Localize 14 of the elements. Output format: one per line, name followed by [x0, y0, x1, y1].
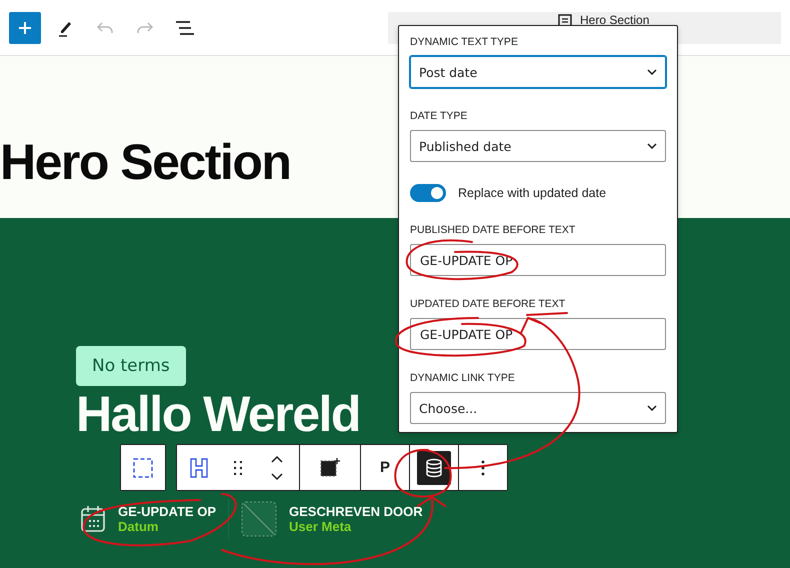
meta-subtitle: User Meta: [289, 519, 352, 534]
field-label: DATE TYPE: [410, 110, 468, 122]
field-label: DYNAMIC LINK TYPE: [410, 372, 516, 384]
field-label: DYNAMIC TEXT TYPE: [410, 36, 519, 48]
terms-badge: No terms: [76, 346, 186, 386]
toggle-label: Replace with updated date: [458, 186, 606, 200]
document-title: Hero Section: [580, 14, 650, 26]
field-label: PUBLISHED DATE BEFORE TEXT: [410, 224, 576, 236]
meta-subtitle: Datum: [118, 519, 160, 534]
hero-heading: Hallo Wereld: [76, 392, 360, 436]
page-heading: Hero Section: [0, 135, 290, 190]
field-label: UPDATED DATE BEFORE TEXT: [410, 298, 566, 310]
meta-title: GE-UPDATE OP: [118, 504, 216, 519]
meta-title: GESCHREVEN DOOR: [289, 504, 423, 519]
